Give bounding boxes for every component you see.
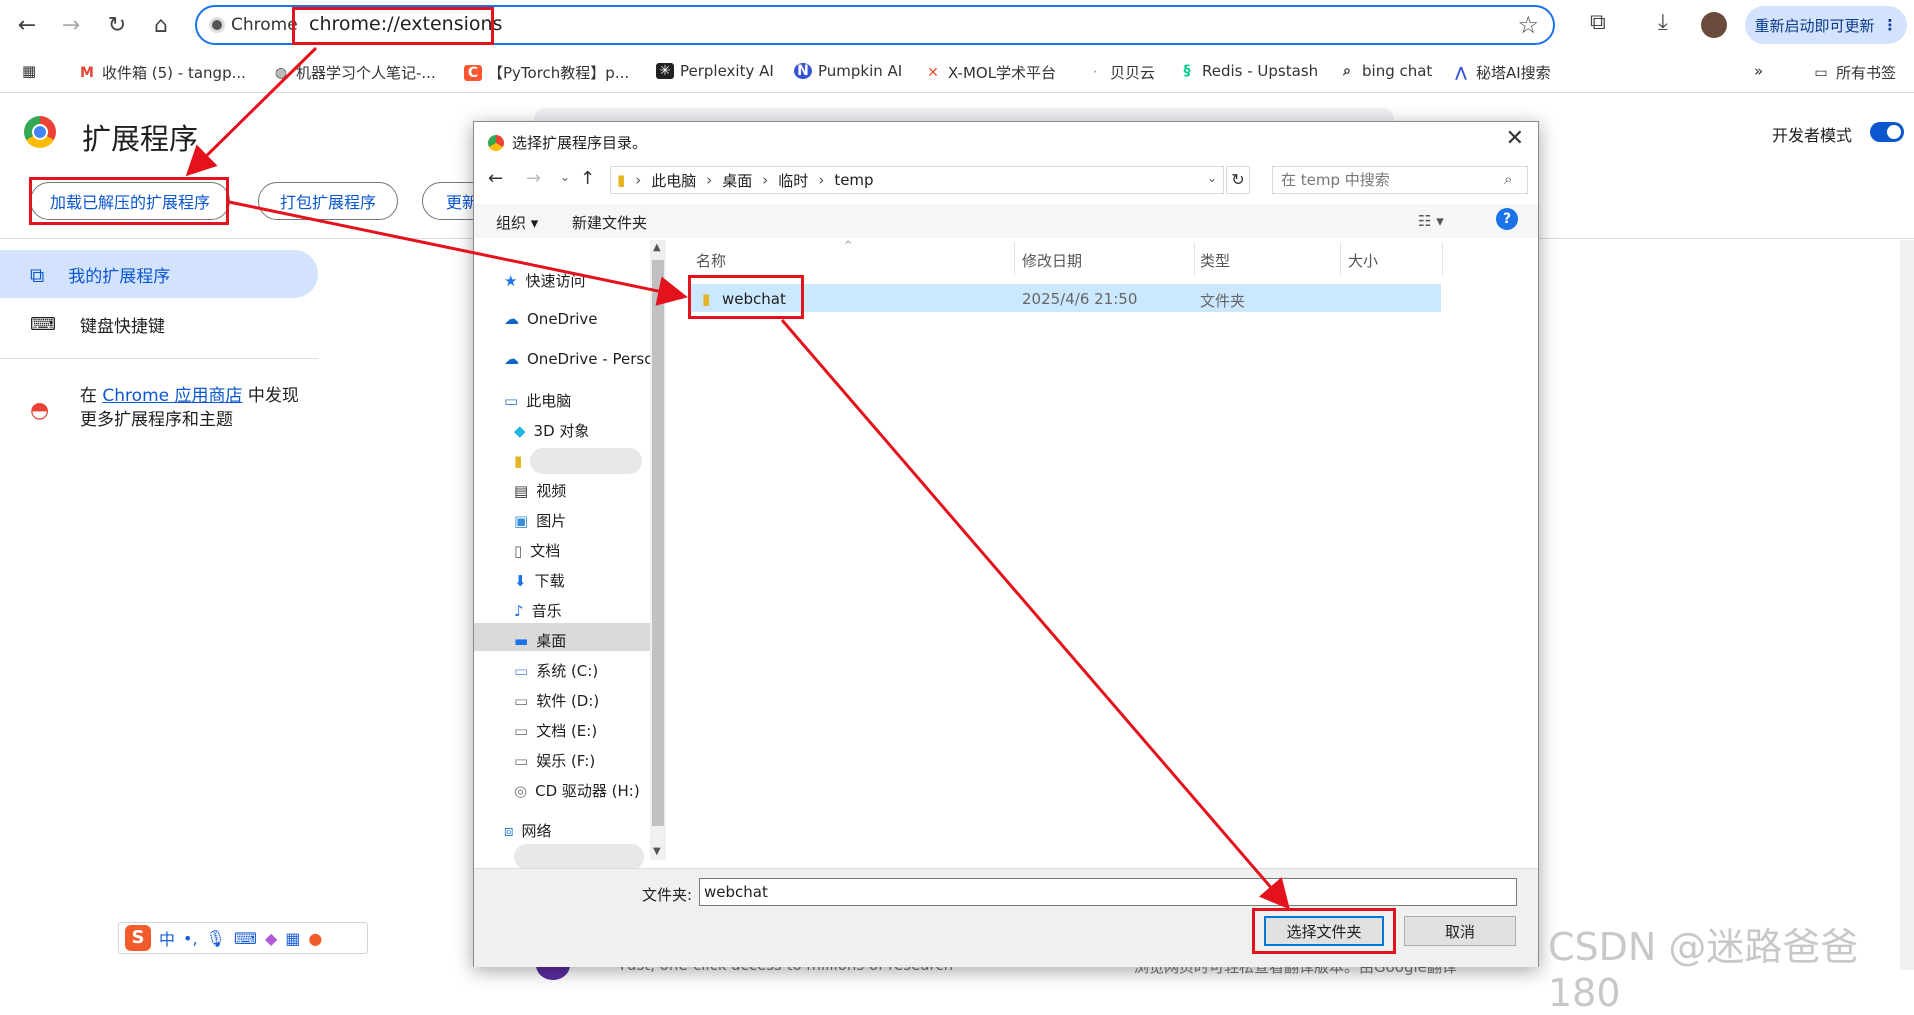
arrow-folder-to-select — [780, 319, 1290, 910]
microphone-icon[interactable]: 🎙 — [206, 929, 226, 948]
ime-mode[interactable]: 中 — [159, 926, 175, 950]
ime-toolbar[interactable]: S 中 •, 🎙 ⌨ ◆ ▦ ● — [118, 922, 368, 954]
sogou-logo-icon: S — [125, 925, 151, 951]
arrow-button-to-folder — [228, 200, 688, 306]
arrow-url-to-button — [185, 46, 318, 177]
annotation-arrows — [185, 46, 1290, 910]
mascot-icon[interactable]: ● — [308, 929, 322, 948]
skin-icon[interactable]: ◆ — [265, 929, 277, 948]
keyboard-icon[interactable]: ⌨ — [234, 929, 257, 948]
toolbox-icon[interactable]: ▦ — [285, 929, 300, 948]
watermark: CSDN @迷路爸爸180 — [1548, 925, 1859, 1015]
ime-punctuation[interactable]: •, — [183, 929, 198, 948]
